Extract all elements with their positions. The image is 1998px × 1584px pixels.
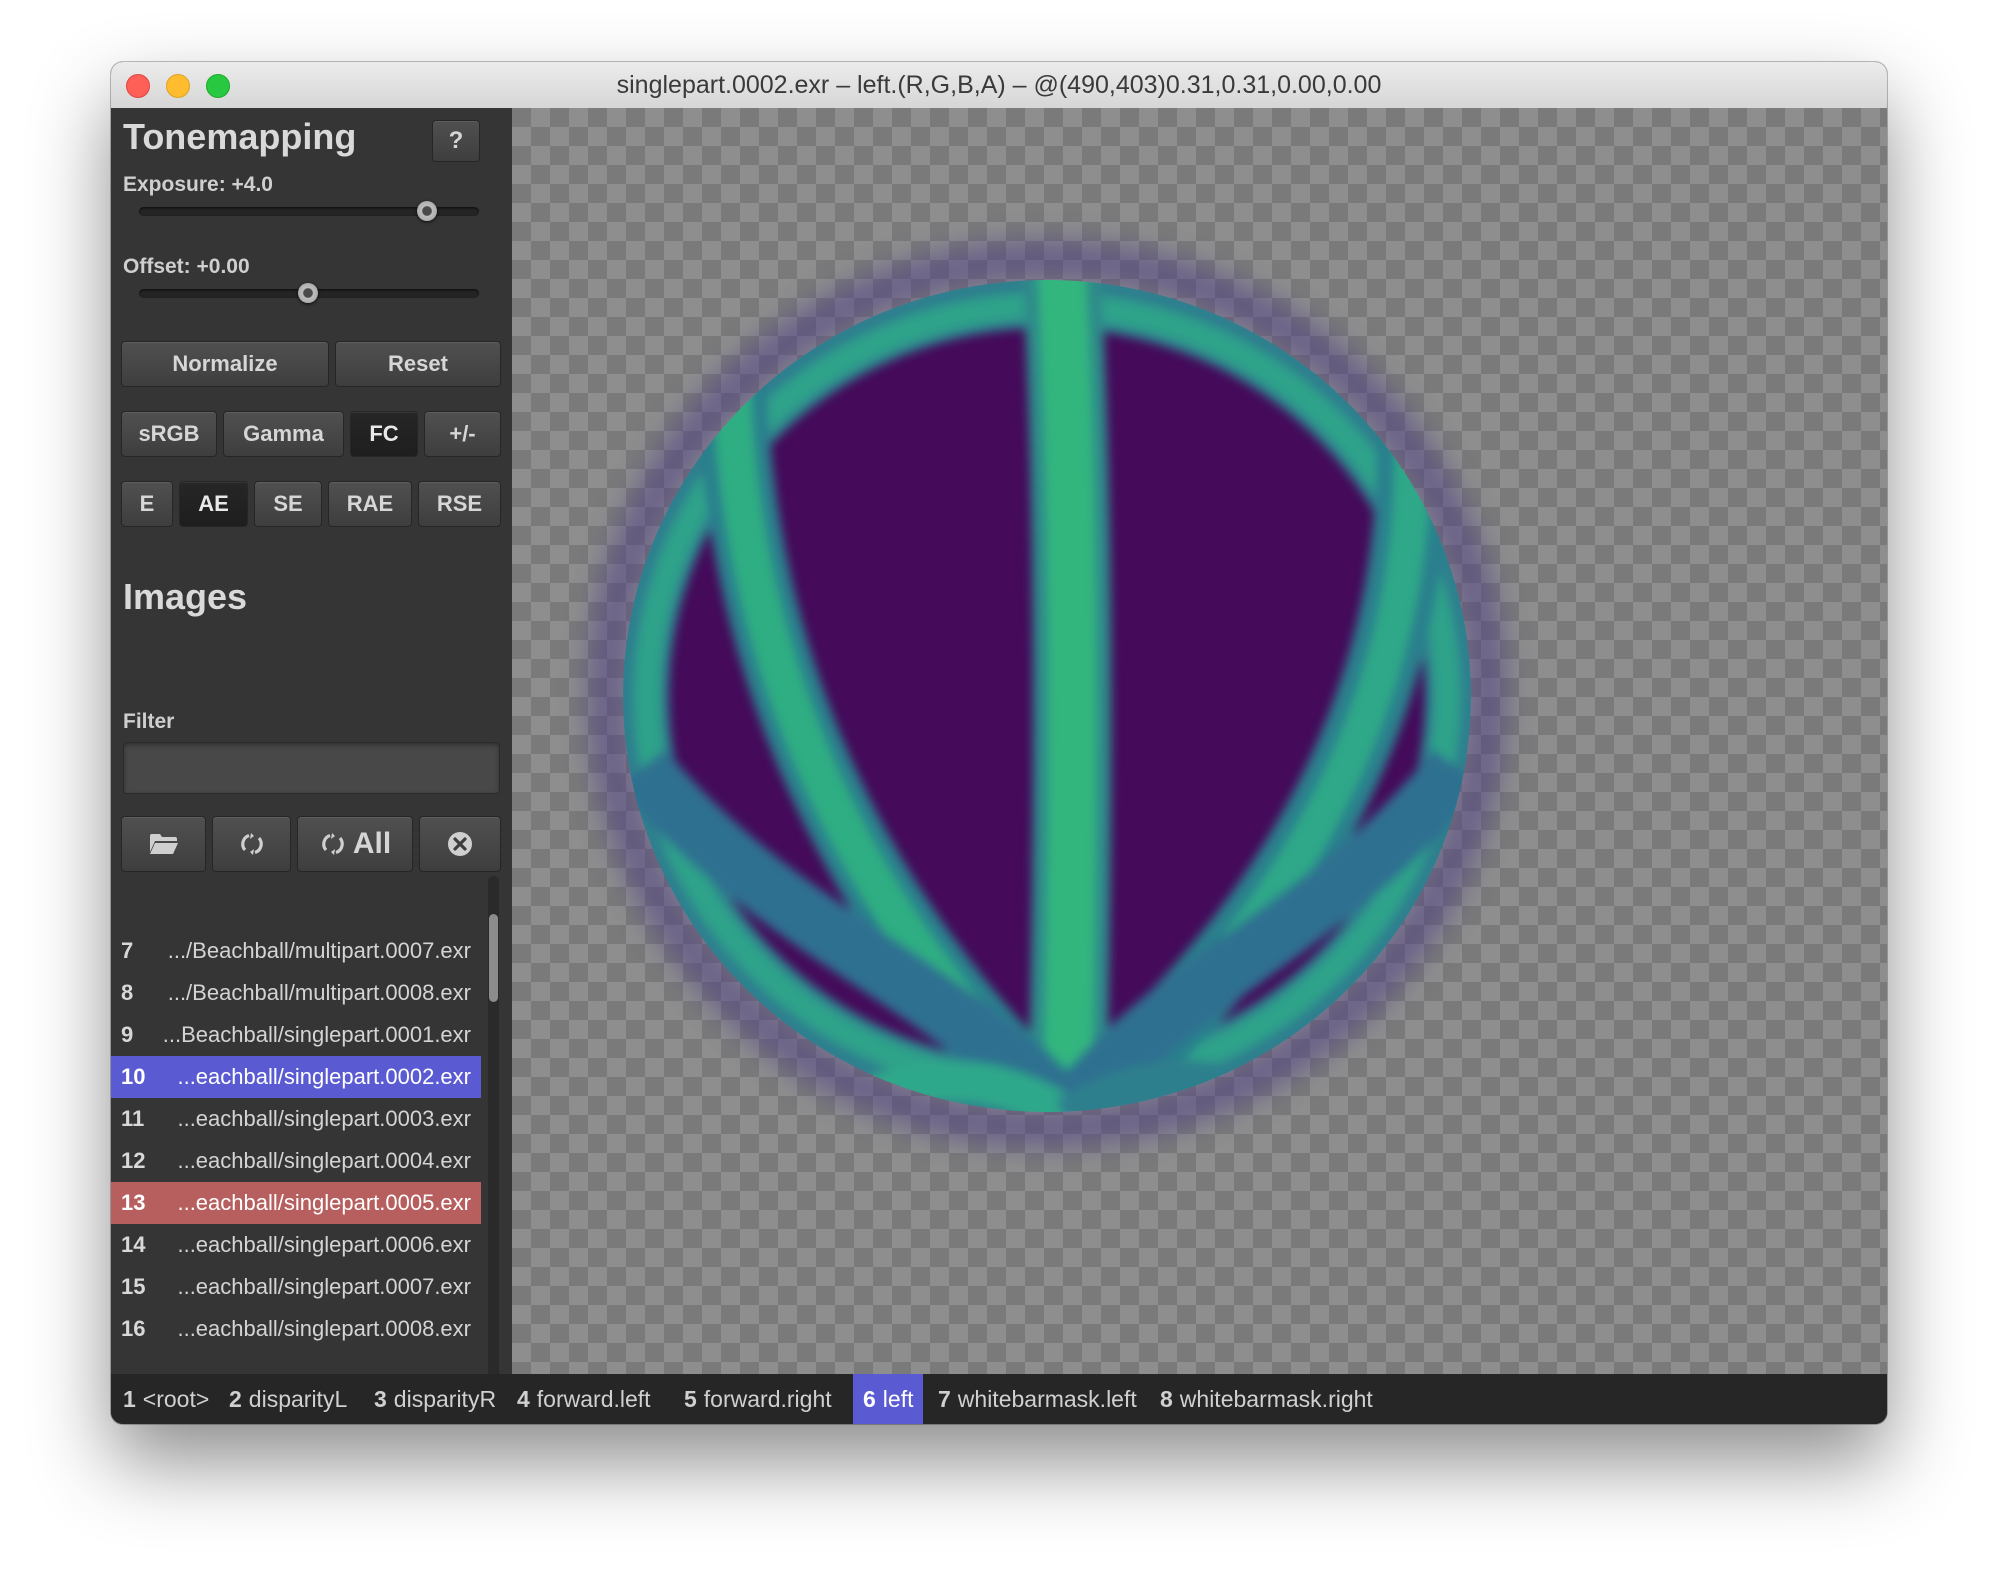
exposure-label: Exposure: +4.0 (123, 173, 273, 196)
layer-item[interactable]: 5 forward.right (684, 1374, 832, 1424)
image-list-item-number: 15 (121, 1274, 146, 1299)
layer-item[interactable]: 8 whitebarmask.right (1160, 1374, 1373, 1424)
layer-item-name: <root> (142, 1386, 210, 1412)
image-list-item-number: 11 (121, 1106, 145, 1131)
normalize-button[interactable]: Normalize (121, 341, 329, 387)
image-list-item-number: 9 (121, 1022, 134, 1047)
false-color-image (588, 241, 1506, 1147)
image-list-item[interactable]: 12 ...eachball/singlepart.0004.exr (111, 1140, 481, 1182)
layer-item-number: 4 (517, 1386, 530, 1412)
image-list-item[interactable]: 9 ...Beachball/singlepart.0001.exr (111, 1014, 481, 1056)
image-list-item-path: .../Beachball/multipart.0008.exr (167, 980, 471, 1005)
image-list-item-path: ...eachball/singlepart.0003.exr (177, 1106, 471, 1131)
image-list-item[interactable]: 16 ...eachball/singlepart.0008.exr (111, 1308, 481, 1350)
image-list-item-number: 10 (121, 1064, 146, 1089)
image-list-item-path: ...eachball/singlepart.0008.exr (177, 1316, 471, 1341)
layer-item[interactable]: 3 disparityR (374, 1374, 496, 1424)
filter-label: Filter (123, 710, 175, 733)
image-list-item[interactable]: 15 ...eachball/singlepart.0007.exr (111, 1266, 481, 1308)
metric-se-button[interactable]: SE (254, 481, 322, 527)
image-list-item-path: ...s/Chromaticities/Rec709.exr (178, 1350, 471, 1358)
offset-label: Offset: +0.00 (123, 255, 250, 278)
false-color-button[interactable]: FC (350, 411, 418, 457)
filter-input[interactable] (123, 742, 500, 794)
offset-slider-knob[interactable] (298, 283, 318, 303)
layer-item-name: disparityL (248, 1386, 348, 1412)
layer-item-name: forward.left (536, 1386, 651, 1412)
metric-e-button[interactable]: E (121, 481, 173, 527)
image-list-item[interactable]: 8 .../Beachball/multipart.0008.exr (111, 972, 481, 1014)
app-window: singlepart.0002.exr – left.(R,G,B,A) – @… (111, 62, 1887, 1424)
layer-item-name: whitebarmask.right (1179, 1386, 1373, 1412)
image-list-scroll-thumb[interactable] (489, 914, 498, 1002)
positive-negative-button[interactable]: +/- (424, 411, 501, 457)
image-list-item-number: 17 (121, 1350, 145, 1358)
image-list[interactable]: 7 .../Beachball/multipart.0007.exr 8 .../Be… (111, 848, 481, 1358)
image-list-item-path: .../Beachball/multipart.0007.exr (167, 938, 471, 963)
image-list-scrollbar[interactable] (488, 876, 499, 1416)
layer-item-number: 7 (938, 1386, 951, 1412)
layer-item-number: 3 (374, 1386, 387, 1412)
layer-bar: 1 <root> 2 disparityL 3 disparityR 4 forward.le… (111, 1374, 1887, 1424)
layer-item-number: 5 (684, 1386, 697, 1412)
help-button[interactable]: ? (432, 120, 480, 162)
layer-item-name: left (882, 1386, 914, 1412)
image-list-item[interactable]: 17 ...s/Chromaticities/Rec709.exr (111, 1350, 481, 1358)
exposure-slider-knob[interactable] (417, 201, 437, 221)
layer-item-name: forward.right (703, 1386, 832, 1412)
sidebar: Tonemapping ? Exposure: +4.0 Offset: +0.… (111, 108, 513, 1416)
image-list-item-path: ...eachball/singlepart.0002.exr (177, 1064, 471, 1089)
metric-rse-button[interactable]: RSE (418, 481, 501, 527)
window-title: singlepart.0002.exr – left.(R,G,B,A) – @… (616, 71, 1382, 99)
layer-item[interactable]: 6 left (853, 1374, 924, 1424)
image-list-item-number: 7 (121, 938, 134, 963)
layer-item-name: whitebarmask.left (957, 1386, 1137, 1412)
layer-item-number: 6 (863, 1386, 876, 1412)
image-list-item-number: 16 (121, 1316, 146, 1341)
image-list-item-path: ...Beachball/singlepart.0001.exr (162, 1022, 471, 1047)
image-list-item[interactable]: 11 ...eachball/singlepart.0003.exr (111, 1098, 481, 1140)
image-list-item-path: ...eachball/singlepart.0007.exr (177, 1274, 471, 1299)
tonemapping-heading: Tonemapping (123, 116, 357, 157)
layer-item-number: 2 (229, 1386, 242, 1412)
gamma-button[interactable]: Gamma (223, 411, 344, 457)
layer-item-number: 8 (1160, 1386, 1173, 1412)
image-list-item-number: 13 (121, 1190, 146, 1215)
metric-rae-button[interactable]: RAE (328, 481, 412, 527)
layer-item[interactable]: 4 forward.left (517, 1374, 651, 1424)
layer-item-name: disparityR (393, 1386, 497, 1412)
srgb-button[interactable]: sRGB (121, 411, 217, 457)
layer-item[interactable]: 7 whitebarmask.left (938, 1374, 1137, 1424)
layer-item[interactable]: 1 <root> (123, 1374, 209, 1424)
image-list-item-path: ...eachball/singlepart.0006.exr (177, 1232, 471, 1257)
image-list-item-number: 8 (121, 980, 134, 1005)
image-list-item-path: ...eachball/singlepart.0004.exr (177, 1148, 471, 1173)
reset-button[interactable]: Reset (335, 341, 501, 387)
image-list-item[interactable]: 13 ...eachball/singlepart.0005.exr (111, 1182, 481, 1224)
image-list-item-path: ...eachball/singlepart.0005.exr (177, 1190, 471, 1215)
layer-item-number: 1 (123, 1386, 136, 1412)
image-list-item[interactable]: 7 .../Beachball/multipart.0007.exr (111, 930, 481, 972)
image-list-item[interactable]: 10 ...eachball/singlepart.0002.exr (111, 1056, 481, 1098)
image-canvas[interactable] (512, 108, 1887, 1374)
image-list-item-number: 14 (121, 1232, 146, 1257)
title-bar: singlepart.0002.exr – left.(R,G,B,A) – @… (111, 62, 1887, 109)
image-list-item-number: 12 (121, 1148, 146, 1173)
metric-ae-button[interactable]: AE (179, 481, 248, 527)
image-list-item[interactable]: 14 ...eachball/singlepart.0006.exr (111, 1224, 481, 1266)
images-heading: Images (123, 576, 248, 617)
layer-item[interactable]: 2 disparityL (229, 1374, 347, 1424)
